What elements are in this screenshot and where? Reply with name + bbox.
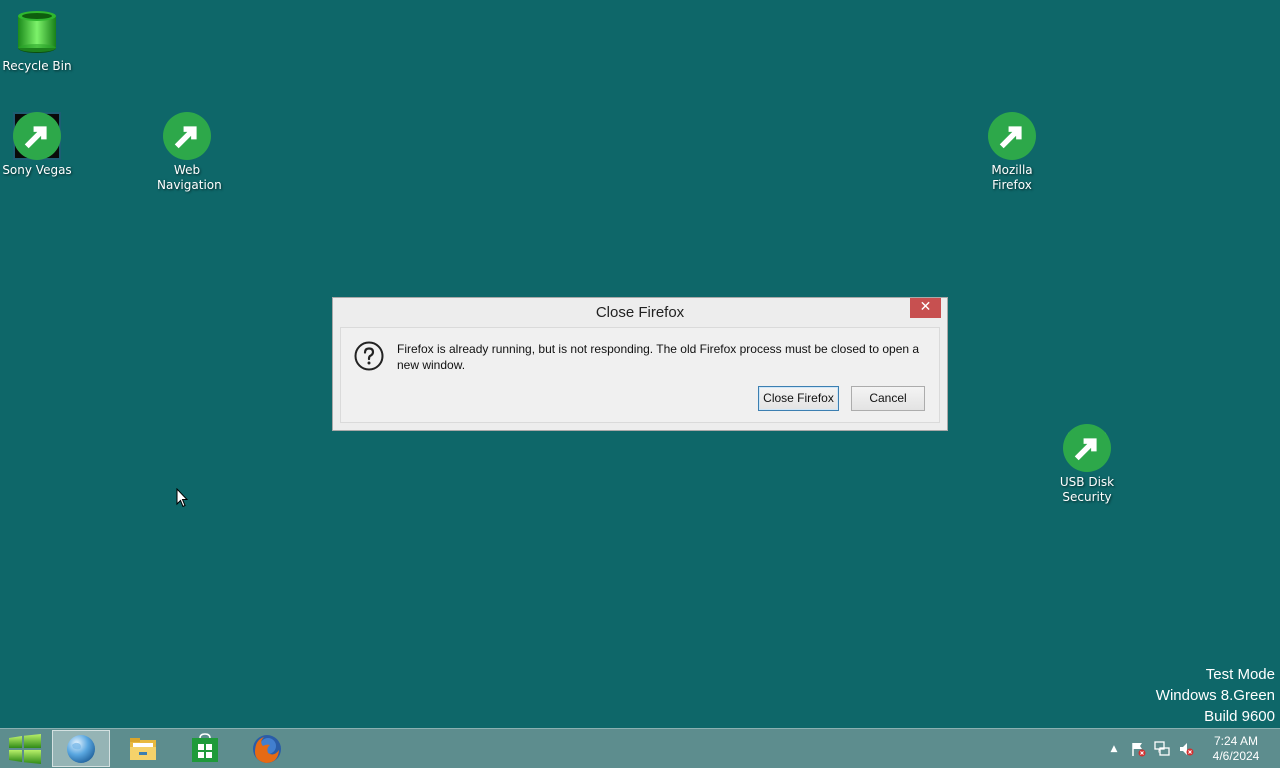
taskbar-file-explorer[interactable]	[114, 730, 172, 767]
close-firefox-dialog: Close Firefox ✕ Firefox is already runni…	[332, 297, 948, 431]
network-icon[interactable]	[1154, 741, 1170, 757]
folder-icon	[130, 737, 156, 760]
shortcut-arrow-icon	[163, 112, 211, 160]
clock-time: 7:24 AM	[1213, 734, 1259, 748]
close-firefox-button[interactable]: Close Firefox	[758, 386, 839, 411]
desktop-icon-label: Web Navigation	[157, 163, 222, 192]
watermark-line: Windows 8.Green	[1155, 687, 1275, 704]
clock-date: 4/6/2024	[1212, 749, 1260, 763]
test-mode-watermark: Test Mode Windows 8.Green Build 9600	[1156, 664, 1275, 727]
dialog-body: Firefox is already running, but is not r…	[340, 327, 940, 423]
desktop-icon-label: USB Disk Security	[1059, 475, 1115, 504]
desktop-icon-label: Sony Vegas	[2, 163, 72, 177]
taskbar-clock[interactable]: 7:24 AM 4/6/2024	[1196, 734, 1276, 764]
shortcut-arrow-icon	[988, 112, 1036, 160]
dialog-message: Firefox is already running, but is not r…	[397, 342, 920, 372]
mouse-cursor-icon	[176, 488, 188, 508]
shortcut-arrow-icon	[1063, 424, 1111, 472]
sony-vegas-icon	[13, 112, 61, 160]
desktop-icon-recycle-bin[interactable]: Recycle Bin	[0, 8, 77, 74]
close-icon: ✕	[919, 299, 932, 315]
watermark-line: Build 9600	[1204, 708, 1275, 725]
cancel-button[interactable]: Cancel	[851, 386, 925, 411]
taskbar-firefox[interactable]	[238, 730, 296, 767]
taskbar: ▲ 7:24 AM 4/6/2024	[0, 728, 1280, 768]
desktop-icon-usb-disk-security[interactable]: USB Disk Security	[1047, 424, 1127, 505]
volume-muted-icon[interactable]	[1178, 741, 1194, 757]
recycle-bin-icon	[13, 8, 61, 56]
watermark-line: Test Mode	[1205, 666, 1275, 683]
store-icon	[192, 732, 218, 762]
firefox-icon	[988, 112, 1036, 160]
taskbar-internet-explorer[interactable]	[52, 730, 110, 767]
action-center-flag-icon[interactable]	[1130, 741, 1146, 757]
shortcut-arrow-icon	[13, 112, 61, 160]
chevron-up-icon: ▲	[1110, 744, 1118, 754]
firefox-icon	[253, 734, 281, 763]
start-button[interactable]	[4, 731, 46, 767]
desktop-icon-label: Mozilla Firefox	[991, 163, 1033, 192]
dialog-close-button[interactable]: ✕	[910, 298, 941, 318]
desktop-icon-sony-vegas[interactable]: Sony Vegas	[0, 112, 77, 178]
desktop-icon-web-navigation[interactable]: Web Navigation	[147, 112, 227, 193]
windows-logo-icon	[9, 734, 41, 764]
globe-icon	[163, 112, 211, 160]
desktop-icon-label: Recycle Bin	[2, 59, 72, 73]
question-icon	[354, 341, 384, 371]
tray-overflow-chevron-icon[interactable]: ▲	[1106, 741, 1122, 757]
dialog-titlebar[interactable]: Close Firefox ✕	[333, 298, 947, 325]
dialog-title: Close Firefox	[595, 304, 685, 321]
shield-icon	[1063, 424, 1111, 472]
taskbar-store[interactable]	[176, 730, 234, 767]
globe-icon	[67, 734, 95, 763]
desktop-icon-mozilla-firefox[interactable]: Mozilla Firefox	[972, 112, 1052, 193]
